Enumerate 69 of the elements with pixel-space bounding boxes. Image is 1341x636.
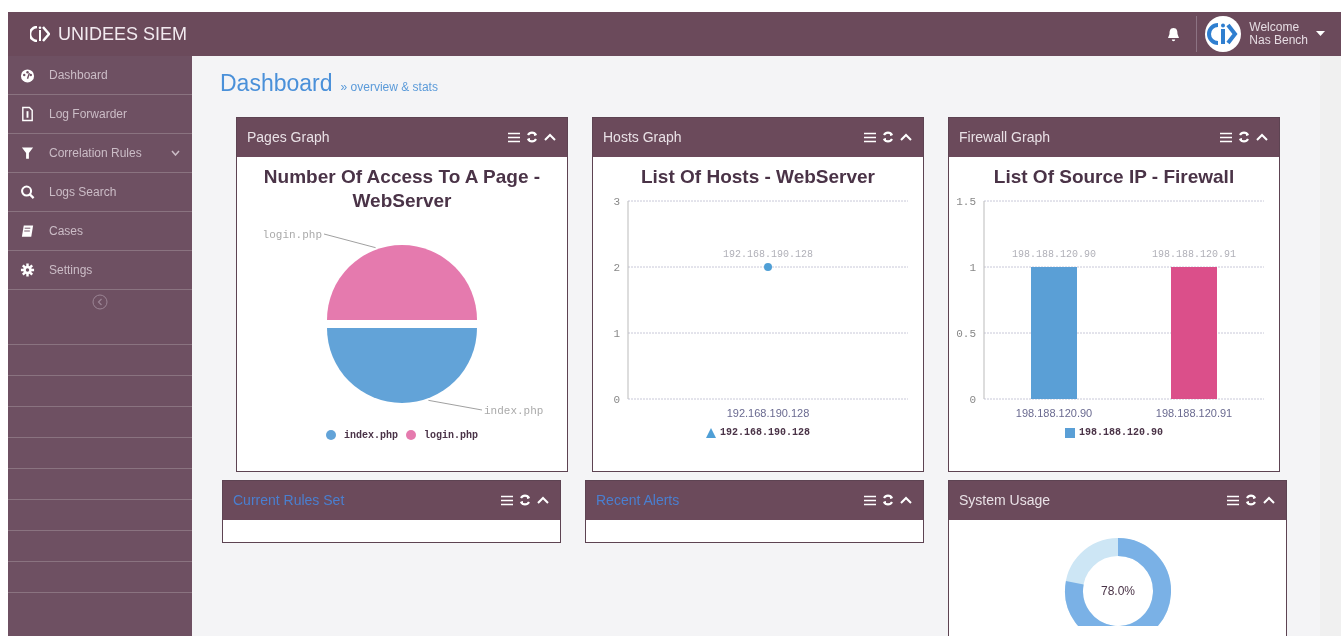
value-label: 192.168.190.128 bbox=[723, 249, 813, 261]
refresh-icon[interactable] bbox=[519, 494, 531, 506]
menu-icon[interactable] bbox=[1220, 131, 1232, 143]
collapse-icon[interactable] bbox=[537, 496, 549, 504]
user-name: Nas Bench bbox=[1249, 34, 1308, 47]
leader-line bbox=[428, 399, 483, 411]
panel-title: Firewall Graph bbox=[959, 127, 1051, 147]
y-tick-label: 1 bbox=[969, 262, 976, 275]
menu-icon[interactable] bbox=[1227, 494, 1239, 506]
collapse-icon[interactable] bbox=[900, 133, 912, 141]
legend-dot bbox=[406, 430, 416, 441]
page-subtitle: » overview & stats bbox=[340, 79, 438, 96]
data-point bbox=[764, 263, 772, 272]
refresh-icon[interactable] bbox=[1245, 494, 1257, 506]
leader-line bbox=[323, 233, 376, 248]
legend-label: 192.168.190.128 bbox=[720, 426, 810, 441]
y-tick-label: 0 bbox=[613, 394, 620, 407]
y-tick-label: 0.5 bbox=[956, 328, 976, 341]
value-label: 198.188.120.90 bbox=[1012, 249, 1096, 261]
legend-dot bbox=[326, 430, 336, 441]
usage-reading: 78.0% bbox=[1100, 583, 1135, 598]
refresh-icon[interactable] bbox=[526, 131, 538, 143]
chart-title: List Of Hosts - WebServer bbox=[640, 164, 875, 189]
settings-icon bbox=[20, 262, 35, 278]
chart-title: List Of Source IP - Firewall bbox=[993, 164, 1235, 189]
brand-name: UNIDEES SIEM bbox=[58, 22, 188, 46]
collapse-icon[interactable] bbox=[1256, 133, 1268, 141]
collapse-icon[interactable] bbox=[900, 496, 912, 504]
legend-triangle bbox=[706, 427, 716, 438]
avatar-icon[interactable] bbox=[1205, 16, 1242, 52]
legend-label: 198.188.120.90 bbox=[1079, 426, 1163, 441]
logo-icon bbox=[30, 26, 50, 42]
file-icon bbox=[20, 106, 35, 122]
legend-label: login.php bbox=[424, 428, 478, 443]
dashboard-icon bbox=[20, 67, 35, 83]
welcome-text: Welcome bbox=[1249, 21, 1301, 34]
panel-title: System Usage bbox=[959, 490, 1051, 510]
refresh-icon[interactable] bbox=[882, 494, 894, 506]
caret-icon[interactable] bbox=[1316, 31, 1325, 37]
collapse-icon[interactable] bbox=[544, 133, 556, 141]
legend-label: index.php bbox=[344, 428, 398, 443]
search-icon bbox=[20, 184, 35, 200]
bell-icon[interactable] bbox=[1167, 26, 1181, 42]
y-tick-label: 1.5 bbox=[956, 196, 976, 209]
panel-title: Pages Graph bbox=[247, 127, 330, 147]
panel-title: Hosts Graph bbox=[603, 127, 682, 147]
x-tick-label: 198.188.120.90 bbox=[1015, 407, 1093, 420]
slice-label: index.php bbox=[484, 404, 544, 417]
chart-title: Number Of Access To A Page - WebServer bbox=[262, 164, 542, 214]
menu-icon[interactable] bbox=[508, 131, 520, 143]
refresh-icon[interactable] bbox=[882, 131, 894, 143]
x-tick-label: 198.188.120.91 bbox=[1155, 407, 1233, 420]
page-title: Dashboard bbox=[220, 69, 333, 98]
y-tick-label: 1 bbox=[613, 328, 620, 341]
book-icon bbox=[20, 223, 35, 239]
filter-icon bbox=[20, 145, 35, 161]
y-tick-label: 2 bbox=[613, 262, 620, 275]
slice-label: login.php bbox=[262, 228, 322, 241]
value-label: 198.188.120.91 bbox=[1152, 249, 1236, 261]
collapse-icon[interactable] bbox=[1263, 496, 1275, 504]
y-tick-label: 0 bbox=[969, 394, 976, 407]
menu-icon[interactable] bbox=[501, 494, 513, 506]
menu-icon[interactable] bbox=[864, 131, 876, 143]
refresh-icon[interactable] bbox=[1238, 131, 1250, 143]
legend-square bbox=[1065, 427, 1075, 438]
scrollbar[interactable] bbox=[1320, 56, 1341, 636]
x-tick-label: 192.168.190.128 bbox=[726, 407, 810, 420]
y-tick-label: 3 bbox=[613, 196, 620, 209]
menu-icon[interactable] bbox=[864, 494, 876, 506]
